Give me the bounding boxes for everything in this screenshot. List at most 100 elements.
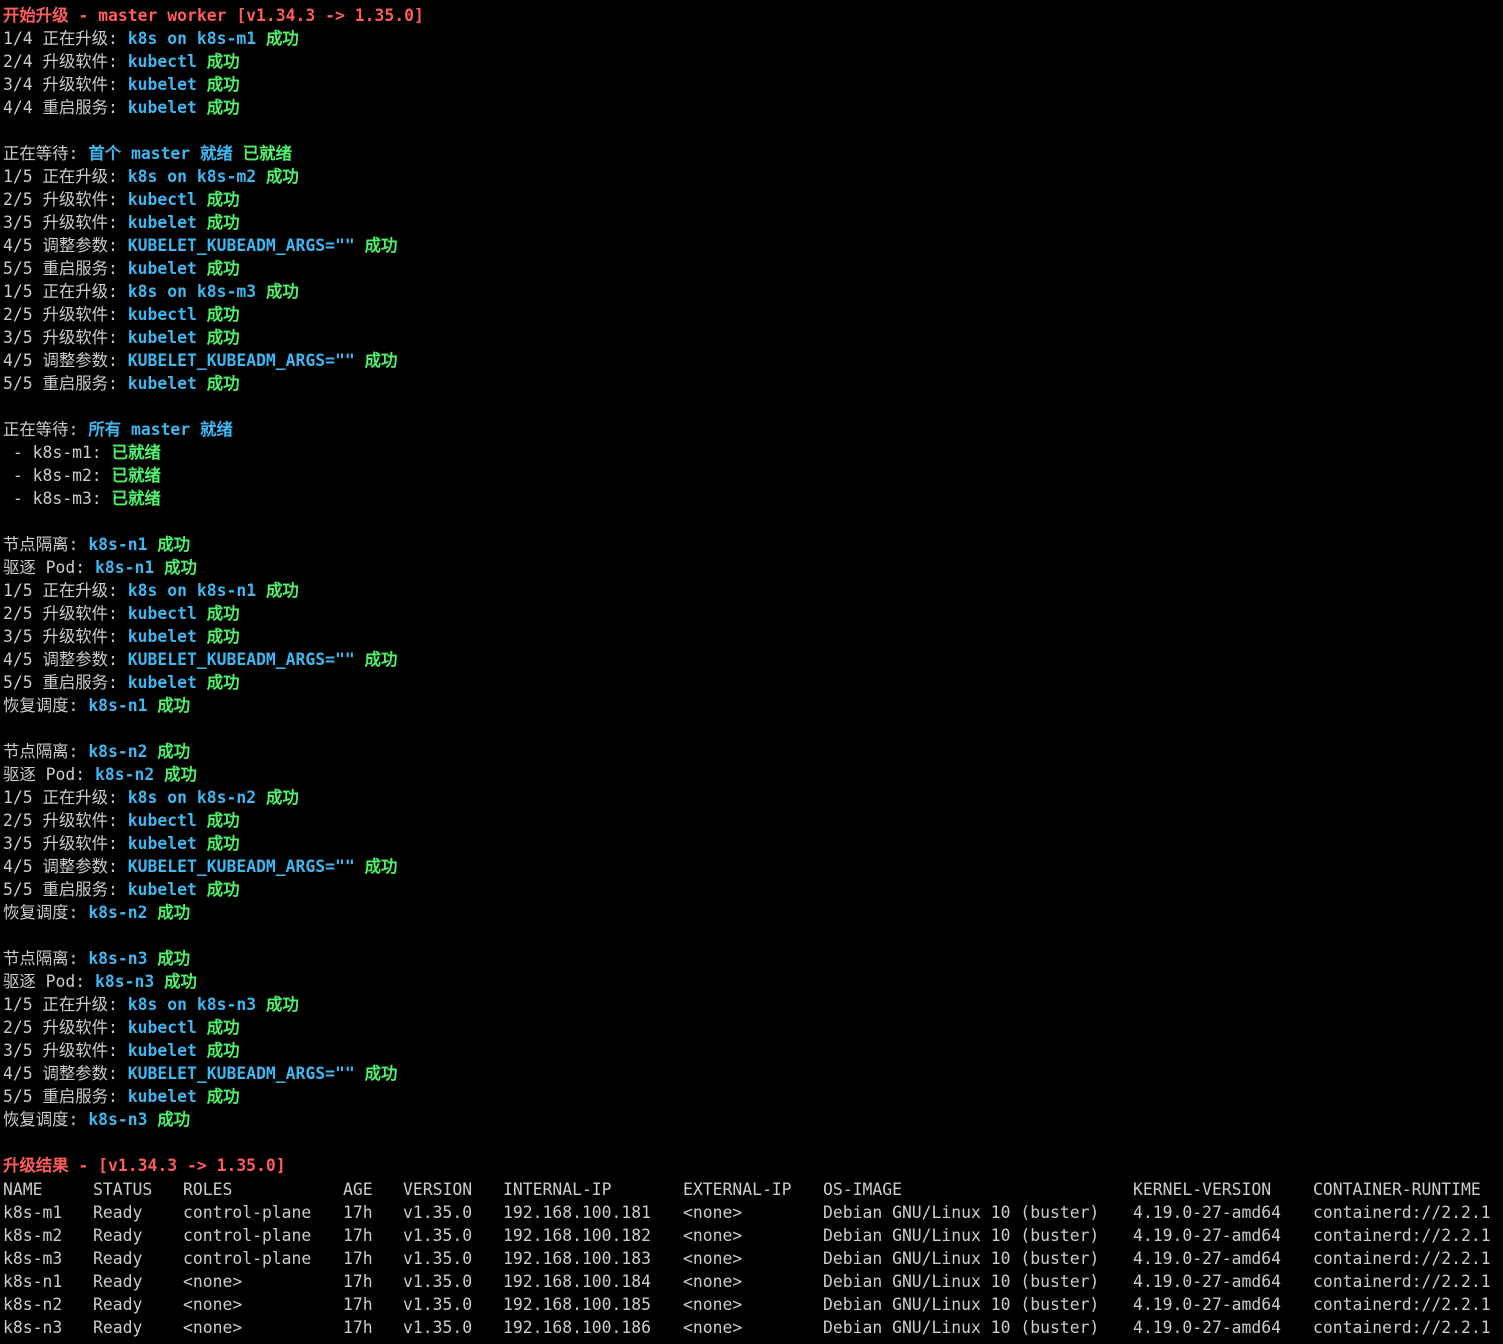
table-cell: 17h [343, 1226, 373, 1245]
table-cell: control-plane [183, 1249, 312, 1268]
log-segment: 成功 [196, 811, 240, 830]
log-line: 3/5 升级软件: kubelet 成功 [3, 326, 1503, 349]
table-cell: <none> [683, 1226, 743, 1245]
log-segment: kubectl [127, 305, 197, 324]
log-line: 3/5 升级软件: kubelet 成功 [3, 832, 1503, 855]
log-segment: 成功 [196, 673, 240, 692]
table-cell: k8s-m2 [3, 1226, 63, 1245]
log-line: 恢复调度: k8s-n1 成功 [3, 694, 1503, 717]
log-line: 2/5 升级软件: kubectl 成功 [3, 188, 1503, 211]
table-cell: k8s-m3 [3, 1249, 63, 1268]
log-segment: 节点隔离: [3, 742, 89, 761]
log-segment: k8s on k8s-n2 [127, 788, 257, 807]
log-segment: 节点隔离: [3, 949, 89, 968]
log-line: 1/5 正在升级: k8s on k8s-m3 成功 [3, 280, 1503, 303]
table-header-cell: AGE [343, 1180, 373, 1199]
log-segment: 升级结果 - [v1.34.3 -> 1.35.0] [3, 1156, 286, 1175]
table-cell: 4.19.0-27-amd64 [1133, 1249, 1282, 1268]
table-cell: containerd://2.2.1 [1313, 1272, 1491, 1291]
log-line: 2/5 升级软件: kubectl 成功 [3, 809, 1503, 832]
table-cell: control-plane [183, 1203, 312, 1222]
log-line: 2/5 升级软件: kubectl 成功 [3, 602, 1503, 625]
log-segment: 3/5 升级软件: [3, 213, 128, 232]
log-segment: 1/5 正在升级: [3, 282, 128, 301]
log-segment: 3/5 升级软件: [3, 328, 128, 347]
log-segment: 恢复调度: [3, 696, 89, 715]
log-segment: 所有 master 就绪 [88, 420, 233, 439]
log-segment: KUBELET_KUBEADM_ARGS="" [127, 857, 355, 876]
log-segment: - k8s-m3: [3, 489, 112, 508]
table-cell: 4.19.0-27-amd64 [1133, 1318, 1282, 1337]
log-segment: 成功 [256, 29, 299, 48]
table-cell: v1.35.0 [403, 1249, 473, 1268]
table-cell: Debian GNU/Linux 10 (buster) [823, 1226, 1100, 1245]
log-segment: k8s-n1 [88, 696, 148, 715]
table-cell: <none> [183, 1318, 243, 1337]
terminal-output: 开始升级 - master worker [v1.34.3 -> 1.35.0]… [3, 4, 1503, 1177]
log-segment: 驱逐 Pod: [3, 765, 95, 784]
log-segment: 已就绪 [232, 144, 292, 163]
table-cell: v1.35.0 [403, 1203, 473, 1222]
log-segment: 5/5 重启服务: [3, 1087, 128, 1106]
table-cell: 192.168.100.181 [503, 1203, 652, 1222]
log-segment: 4/5 调整参数: [3, 1064, 128, 1083]
table-header-cell: INTERNAL-IP [503, 1180, 612, 1199]
log-line: 1/5 正在升级: k8s on k8s-n3 成功 [3, 993, 1503, 1016]
log-segment: 已就绪 [111, 489, 161, 508]
log-segment: 成功 [196, 75, 240, 94]
table-cell: 4.19.0-27-amd64 [1133, 1295, 1282, 1314]
log-line: 5/5 重启服务: kubelet 成功 [3, 1085, 1503, 1108]
table-cell: Debian GNU/Linux 10 (buster) [823, 1272, 1100, 1291]
log-segment: 成功 [196, 1018, 240, 1037]
log-line: 4/5 调整参数: KUBELET_KUBEADM_ARGS="" 成功 [3, 648, 1503, 671]
log-segment: k8s on k8s-m1 [127, 29, 257, 48]
log-segment: 成功 [354, 650, 398, 669]
log-line: 开始升级 - master worker [v1.34.3 -> 1.35.0] [3, 4, 1503, 27]
log-line: 5/5 重启服务: kubelet 成功 [3, 671, 1503, 694]
table-header-cell: CONTAINER-RUNTIME [1313, 1180, 1481, 1199]
table-cell: 192.168.100.186 [503, 1318, 652, 1337]
log-segment: kubelet [127, 627, 197, 646]
log-segment: 恢复调度: [3, 1110, 89, 1129]
log-segment: KUBELET_KUBEADM_ARGS="" [127, 351, 355, 370]
log-segment: 2/5 升级软件: [3, 1018, 128, 1037]
log-line: 3/5 升级软件: kubelet 成功 [3, 211, 1503, 234]
table-header-cell: ROLES [183, 1180, 233, 1199]
log-segment: 成功 [196, 880, 240, 899]
table-cell: k8s-m1 [3, 1203, 63, 1222]
log-segment: 2/5 升级软件: [3, 811, 128, 830]
log-segment: 3/5 升级软件: [3, 1041, 128, 1060]
log-segment: k8s on k8s-n1 [127, 581, 257, 600]
log-line: 节点隔离: k8s-n2 成功 [3, 740, 1503, 763]
log-segment: 成功 [147, 949, 191, 968]
table-cell: v1.35.0 [403, 1318, 473, 1337]
log-segment: 已就绪 [111, 443, 161, 462]
table-cell: containerd://2.2.1 [1313, 1249, 1491, 1268]
log-segment: 成功 [196, 1041, 240, 1060]
table-cell: <none> [683, 1203, 743, 1222]
table-cell: 4.19.0-27-amd64 [1133, 1226, 1282, 1245]
log-segment: 正在等待: [3, 420, 89, 439]
log-line: - k8s-m2: 已就绪 [3, 464, 1503, 487]
log-segment: k8s-n3 [88, 949, 148, 968]
log-line: 4/4 重启服务: kubelet 成功 [3, 96, 1503, 119]
table-cell: Ready [93, 1318, 143, 1337]
log-segment: kubelet [127, 880, 197, 899]
table-cell: <none> [183, 1272, 243, 1291]
log-segment: 成功 [256, 995, 299, 1014]
log-line: 5/5 重启服务: kubelet 成功 [3, 878, 1503, 901]
log-segment: 成功 [154, 765, 197, 784]
log-segment: kubelet [127, 328, 197, 347]
table-header-cell: KERNEL-VERSION [1133, 1180, 1272, 1199]
log-line: 恢复调度: k8s-n3 成功 [3, 1108, 1503, 1131]
log-line: 1/5 正在升级: k8s on k8s-m2 成功 [3, 165, 1503, 188]
log-segment: 驱逐 Pod: [3, 558, 95, 577]
log-segment: KUBELET_KUBEADM_ARGS="" [127, 1064, 355, 1083]
log-segment: 成功 [196, 604, 240, 623]
log-line: 正在等待: 首个 master 就绪 已就绪 [3, 142, 1503, 165]
log-segment: 成功 [196, 52, 240, 71]
log-segment: 3/5 升级软件: [3, 627, 128, 646]
log-segment: k8s on k8s-n3 [127, 995, 257, 1014]
log-segment: 2/5 升级软件: [3, 305, 128, 324]
